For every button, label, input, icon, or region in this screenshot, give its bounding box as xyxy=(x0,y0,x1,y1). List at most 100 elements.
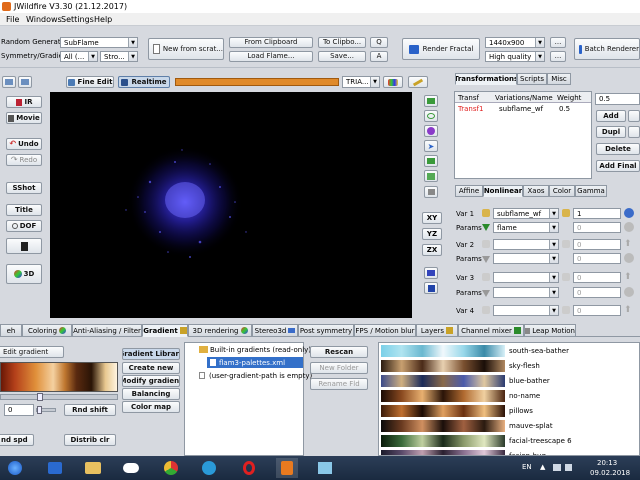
rnd-spd-button[interactable]: nd spd xyxy=(0,434,34,446)
rnd-shift-button[interactable]: Rnd shift xyxy=(64,404,116,416)
params2-amount[interactable]: 0 xyxy=(573,253,621,264)
tab-nonlinear[interactable]: Nonlinear xyxy=(483,185,523,197)
slider-thumb[interactable] xyxy=(37,406,42,414)
settings-icon[interactable] xyxy=(624,222,634,232)
tab-gradient[interactable]: Gradient xyxy=(142,324,188,337)
wand-button[interactable] xyxy=(408,76,428,88)
var1-amount[interactable]: 1 xyxy=(573,208,621,219)
var1-select[interactable]: subflame_wf ▼ xyxy=(493,208,559,219)
color-map-button[interactable]: Color map xyxy=(122,401,180,413)
var3-select[interactable]: ▼ xyxy=(493,272,559,283)
var-toggle-icon[interactable] xyxy=(562,273,570,281)
table-row[interactable]: Transf1 subflame_wf 0.5 xyxy=(455,104,591,114)
language-indicator[interactable]: EN xyxy=(522,463,532,471)
tab-scripts[interactable]: Scripts xyxy=(517,73,547,85)
tab-affine[interactable]: Affine xyxy=(455,185,483,197)
resolution-more-button[interactable]: ... xyxy=(550,37,566,48)
var-toggle-icon[interactable] xyxy=(482,240,490,248)
list-item[interactable]: blue-bather xyxy=(381,375,639,387)
var-toggle-icon[interactable] xyxy=(562,240,570,248)
transform-tool-1-button[interactable] xyxy=(424,95,438,107)
var-toggle-icon[interactable] xyxy=(482,273,490,281)
tab-gamma[interactable]: Gamma xyxy=(575,185,607,197)
create-new-button[interactable]: Create new xyxy=(122,362,180,374)
arrow-up-icon[interactable]: ⬆ xyxy=(624,305,632,315)
settings-icon[interactable] xyxy=(624,253,634,263)
dupl-extra-button[interactable] xyxy=(628,126,640,138)
params3-amount[interactable]: 0 xyxy=(573,287,621,298)
tab-fps-motion-blur[interactable]: FPS / Motion blur xyxy=(354,324,416,337)
save-button[interactable]: Save... xyxy=(318,51,366,62)
list-item[interactable]: no-name xyxy=(381,390,639,402)
taskbar-opera[interactable] xyxy=(238,458,260,478)
tab-layers[interactable]: Layers xyxy=(416,324,458,337)
menu-settings[interactable]: Settings xyxy=(61,15,94,24)
tab-anti-aliasing[interactable]: Anti-Aliasing / Filter xyxy=(72,324,142,337)
transform-tool-6-button[interactable] xyxy=(424,170,438,182)
redo-button[interactable]: ↷ Redo xyxy=(6,154,42,166)
add-final-button[interactable]: Add Final xyxy=(596,160,640,172)
info-icon[interactable] xyxy=(624,208,634,218)
monitor-button[interactable] xyxy=(424,267,438,279)
delete-button[interactable]: Delete xyxy=(596,143,640,155)
new-folder-button[interactable]: New Folder xyxy=(310,362,368,374)
clock-date[interactable]: 09.02.2018 xyxy=(590,469,630,477)
transform-tool-7-button[interactable] xyxy=(424,186,438,198)
volume-icon[interactable] xyxy=(565,464,572,471)
export-button[interactable] xyxy=(6,238,42,254)
tab-transformations[interactable]: Transformations xyxy=(455,73,517,85)
transform-tool-2-button[interactable] xyxy=(424,110,438,122)
arrow-up-icon[interactable]: ⬆ xyxy=(624,272,632,282)
transform-tool-4-button[interactable]: ➤ xyxy=(424,140,438,152)
tab-eh[interactable]: eh xyxy=(0,324,22,337)
flame-preview[interactable] xyxy=(50,92,412,318)
add-extra-button[interactable] xyxy=(628,110,640,122)
q-button[interactable]: Q xyxy=(370,37,388,48)
toggle-right-button[interactable] xyxy=(18,76,32,88)
color-dots-button[interactable] xyxy=(383,76,403,88)
tree-selected-item[interactable]: flam3-palettes.xml xyxy=(207,357,303,368)
var-toggle-icon[interactable] xyxy=(562,306,570,314)
batch-renderer-button[interactable]: Batch Renderer xyxy=(574,38,640,60)
dof-button[interactable]: DOF xyxy=(6,220,42,232)
taskbar-java[interactable] xyxy=(276,458,298,478)
taskbar-notes[interactable] xyxy=(314,458,336,478)
menu-file[interactable]: File xyxy=(6,15,19,24)
slider-thumb[interactable] xyxy=(37,393,43,401)
menu-help[interactable]: Help xyxy=(94,15,112,24)
xy-button[interactable]: XY xyxy=(422,212,442,224)
params2-select[interactable]: ▼ xyxy=(493,253,559,264)
network-icon[interactable] xyxy=(553,464,561,471)
movie-button[interactable]: Movie xyxy=(6,112,42,124)
tab-stereo3d[interactable]: Stereo3d xyxy=(252,324,298,337)
gradient-slider[interactable] xyxy=(0,393,118,401)
tab-leap-motion[interactable]: Leap Motion xyxy=(524,324,576,337)
shift-input[interactable]: 0 xyxy=(4,404,34,416)
edit-gradient-button[interactable]: Edit gradient xyxy=(0,346,64,358)
list-item[interactable]: mauve-splat xyxy=(381,420,639,432)
to-clipboard-button[interactable]: To Clipbo... xyxy=(318,37,366,48)
gradient-library-button[interactable]: Gradient Library xyxy=(122,348,180,360)
undo-button[interactable]: ↶ Undo xyxy=(6,138,42,150)
start-button[interactable] xyxy=(4,458,26,478)
distrib-clr-button[interactable]: Distrib clr xyxy=(64,434,116,446)
lock-button[interactable] xyxy=(424,282,438,294)
yz-button[interactable]: YZ xyxy=(422,228,442,240)
var3-amount[interactable]: 0 xyxy=(573,272,621,283)
clock-time[interactable]: 20:13 xyxy=(597,459,617,467)
sshot-button[interactable]: SShot xyxy=(6,182,42,194)
tray-up-icon[interactable]: ▲ xyxy=(540,463,545,471)
gradient-preview[interactable] xyxy=(0,362,118,392)
menu-windows[interactable]: Windows xyxy=(26,15,62,24)
var2-select[interactable]: ▼ xyxy=(493,239,559,250)
params1-select[interactable]: flame ▼ xyxy=(493,222,559,233)
new-from-scratch-button[interactable]: New from scrat... xyxy=(148,38,224,60)
realtime-button[interactable]: Realtime xyxy=(118,76,170,88)
add-button[interactable]: Add xyxy=(596,110,626,122)
list-item[interactable]: pillows xyxy=(381,405,639,417)
expand-triangle-icon[interactable] xyxy=(482,290,490,297)
tab-misc[interactable]: Misc xyxy=(547,73,571,85)
var2-amount[interactable]: 0 xyxy=(573,239,621,250)
expand-triangle-icon[interactable] xyxy=(482,256,490,263)
symmetry-select[interactable]: All (... ▼ xyxy=(60,51,98,62)
